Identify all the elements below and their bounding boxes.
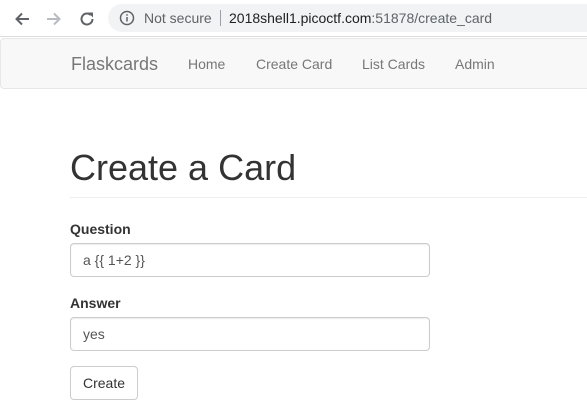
arrow-right-icon [47,12,61,26]
question-label: Question [70,221,131,237]
omnibox-divider [220,10,221,26]
url-path: :51878/create_card [371,10,493,26]
reload-button[interactable] [76,8,98,30]
nav-link-list-cards[interactable]: List Cards [362,56,425,72]
nav-link-create-card[interactable]: Create Card [256,56,332,72]
nav-link-home[interactable]: Home [188,56,225,72]
info-circle-icon[interactable] [119,10,135,26]
back-button[interactable] [11,8,33,30]
url-host: 2018shell1.picoctf.com [229,10,372,26]
navbar-brand[interactable]: Flaskcards [71,54,158,74]
url-text[interactable]: 2018shell1.picoctf.com:51878/create_card [229,10,492,26]
arrow-left-icon [15,12,29,26]
site-navbar: Flaskcards Home Create Card List Cards A… [0,38,587,89]
answer-label: Answer [70,295,121,311]
reload-icon [80,12,94,26]
address-bar[interactable]: Not secure 2018shell1.picoctf.com:51878/… [108,4,587,32]
question-input[interactable] [70,243,430,277]
page-title: Create a Card [70,147,297,188]
answer-input[interactable] [70,317,430,351]
browser-toolbar: Not secure 2018shell1.picoctf.com:51878/… [0,0,587,37]
security-label: Not secure [144,10,212,26]
create-button[interactable]: Create [70,366,138,400]
title-divider [70,197,587,198]
nav-link-admin[interactable]: Admin [455,56,495,72]
forward-button[interactable] [43,8,65,30]
